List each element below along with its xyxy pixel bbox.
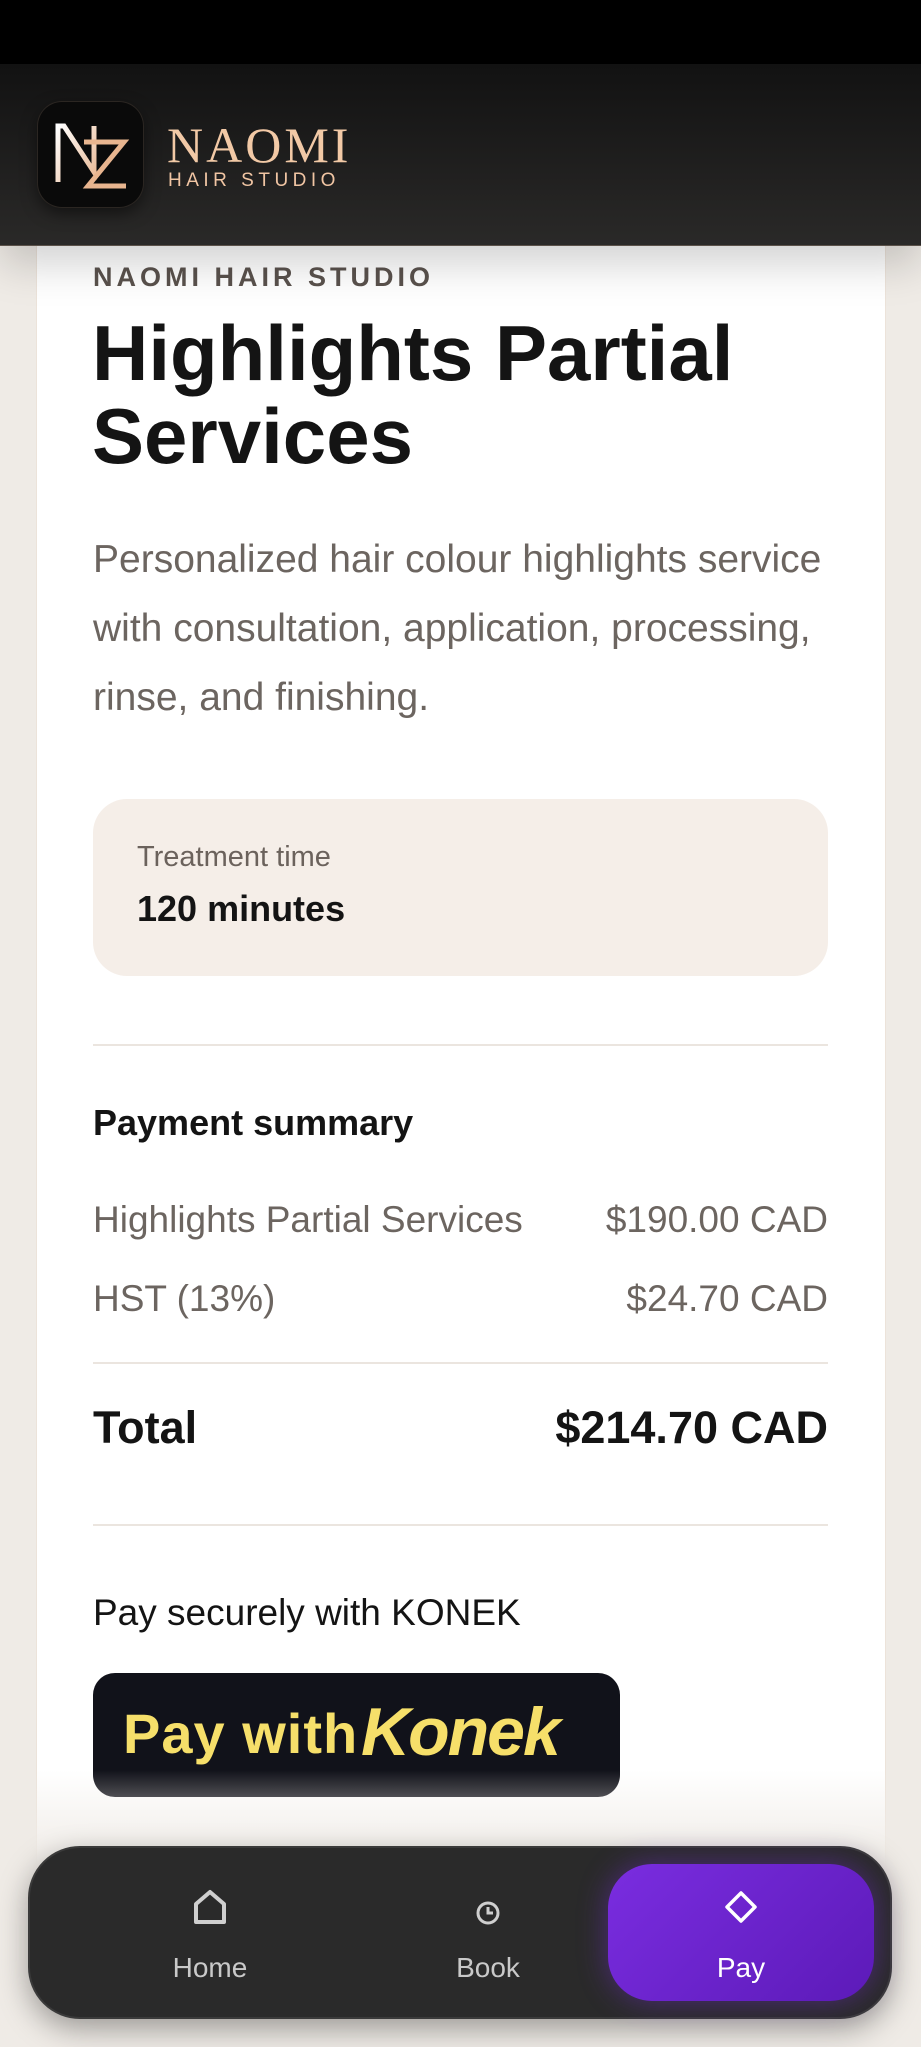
clock-icon	[475, 1900, 501, 1931]
nav-item-pay[interactable]: Pay	[608, 1864, 874, 2001]
service-description: Personalized hair colour highlights serv…	[93, 538, 822, 719]
brand-subtitle: HAIR STUDIO	[168, 170, 340, 191]
divider	[93, 1044, 828, 1046]
logo-icon[interactable]	[38, 102, 143, 207]
nav-label-home: Home	[172, 1952, 248, 1983]
divider	[93, 1362, 828, 1364]
brand-name: NAOMI	[167, 117, 352, 173]
payment-summary-title: Payment summary	[93, 1102, 414, 1143]
nav-item-book[interactable]: Book	[363, 1848, 613, 2017]
tax-amount: $24.70 CAD	[626, 1278, 828, 1319]
treatment-time-box: Treatment time 120 minutes	[93, 799, 828, 976]
diamond-icon	[724, 1890, 758, 1929]
tax-label: HST (13%)	[93, 1278, 276, 1319]
nav-label-book: Book	[456, 1952, 520, 1983]
nav-item-home[interactable]: Home	[85, 1848, 335, 2017]
status-bar	[0, 0, 921, 64]
treatment-time-label: Treatment time	[137, 841, 331, 873]
line-item-label: Highlights Partial Services	[93, 1199, 523, 1240]
konek-logo: Konek	[361, 1694, 561, 1770]
page-title: Highlights Partial Services	[92, 309, 734, 480]
app-header: NAOMI HAIR STUDIO	[0, 64, 921, 246]
treatment-time-value: 120 minutes	[137, 888, 346, 929]
line-item: Highlights Partial Services $190.00 CAD	[93, 1199, 828, 1241]
total-label: Total	[93, 1402, 198, 1453]
home-icon	[192, 1888, 228, 1931]
total-row: Total $214.70 CAD	[93, 1402, 828, 1454]
bottom-nav: Home Book Pay	[28, 1846, 892, 2019]
pay-secure-text: Pay securely with KONEK	[93, 1592, 521, 1633]
pay-with-label: Pay with	[123, 1702, 359, 1765]
total-amount: $214.70 CAD	[555, 1402, 828, 1453]
divider	[93, 1524, 828, 1526]
line-item-amount: $190.00 CAD	[605, 1199, 828, 1240]
tax-line: HST (13%) $24.70 CAD	[93, 1278, 828, 1320]
nav-label-pay: Pay	[716, 1952, 766, 1983]
studio-eyebrow: NAOMI HAIR STUDIO	[93, 262, 434, 292]
